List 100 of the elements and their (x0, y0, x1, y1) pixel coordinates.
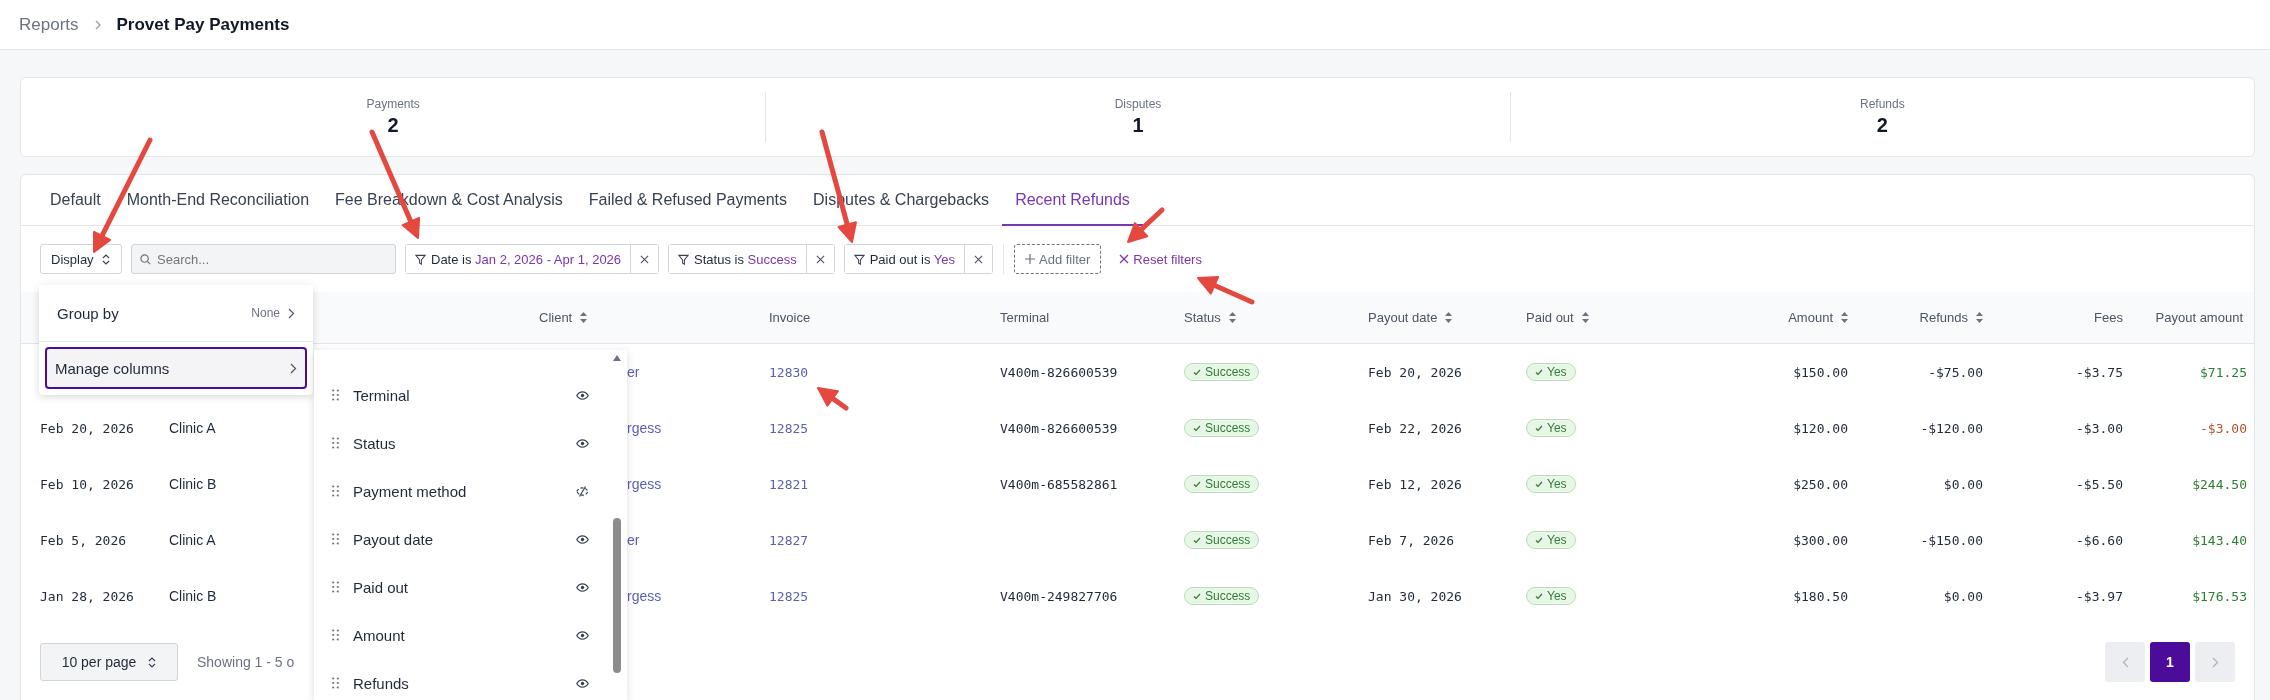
column-header: Status (1184, 310, 1221, 325)
hidden-eye-icon[interactable] (576, 485, 589, 497)
sort-icon[interactable] (1445, 312, 1453, 323)
annotation-arrow (1197, 276, 1255, 305)
column-option[interactable]: Payment method (353, 482, 562, 500)
client-name[interactable]: rgess (627, 476, 662, 492)
refund-value: -$75.00 (1928, 364, 1983, 380)
check-icon (1193, 592, 1201, 600)
column-option[interactable]: Payout date (353, 530, 562, 548)
drag-handle-icon[interactable] (332, 533, 339, 545)
paid-out-badge: Yes (1526, 475, 1576, 493)
report-tab[interactable]: Default (37, 175, 114, 226)
per-page-select[interactable]: 10 per page (40, 643, 178, 681)
updown-icon (148, 656, 157, 668)
breadcrumb-link[interactable]: Reports (19, 14, 79, 35)
client-name[interactable]: rgess (627, 588, 662, 604)
status-badge: Success (1184, 475, 1260, 493)
clinic-name: Clinic A (169, 532, 216, 548)
fee-value: -$6.60 (2076, 532, 2123, 548)
close-icon (640, 254, 650, 264)
eye-icon[interactable] (576, 582, 589, 592)
invoice-link[interactable]: 12830 (769, 364, 809, 380)
filter-icon (853, 253, 865, 265)
report-tab[interactable]: Month-End Reconciliation (113, 175, 323, 226)
chevron-right-icon (288, 307, 295, 319)
invoice-link[interactable]: 12825 (769, 588, 809, 604)
menu-item[interactable]: Manage columns (45, 347, 307, 389)
fee-value: -$3.97 (2076, 588, 2123, 604)
payment-date: Feb 5, 2026 (40, 532, 127, 548)
check-icon (1535, 536, 1543, 544)
reset-filters-link[interactable]: Reset filters (1113, 250, 1208, 268)
eye-icon[interactable] (576, 678, 589, 688)
client-name[interactable]: rgess (627, 420, 662, 436)
refund-value: $0.00 (1943, 476, 1983, 492)
drag-handle-icon[interactable] (332, 629, 339, 641)
column-option[interactable]: Amount (353, 626, 562, 644)
column-option[interactable]: Refunds (353, 674, 562, 692)
drag-handle-icon[interactable] (332, 437, 339, 449)
stat-label: Refunds (1859, 97, 1905, 111)
scrollbar-thumb[interactable] (613, 518, 621, 673)
search-field[interactable]: Search... (131, 244, 396, 274)
paid-out-badge: Yes (1526, 419, 1576, 437)
display-button[interactable]: Display (40, 244, 122, 274)
report-tab[interactable]: Failed & Refused Payments (575, 175, 801, 226)
column-header: Terminal (1000, 310, 1050, 325)
amount-value: $250.00 (1793, 476, 1848, 492)
clinic-name: Clinic B (169, 476, 217, 492)
scroll-up-icon[interactable] (613, 355, 621, 361)
paid-out-badge: Yes (1526, 363, 1576, 381)
results-count: Showing 1 - 5 o (197, 654, 295, 670)
invoice-link[interactable]: 12827 (769, 532, 809, 548)
menu-item[interactable]: Group by None (39, 285, 313, 341)
column-header: Client (539, 310, 573, 325)
annotation-arrow (817, 387, 849, 411)
check-icon (1535, 424, 1543, 432)
payout-date: Jan 30, 2026 (1368, 588, 1462, 604)
add-filter-button[interactable]: Add filter (1014, 244, 1102, 274)
plus-icon (1025, 254, 1035, 264)
page-button[interactable]: 1 (2150, 642, 2190, 682)
clinic-name: Clinic A (169, 420, 216, 436)
invoice-link[interactable]: 12821 (769, 476, 809, 492)
client-name[interactable]: er (627, 364, 640, 380)
drag-handle-icon[interactable] (332, 485, 339, 497)
status-badge: Success (1184, 363, 1260, 381)
eye-icon[interactable] (576, 630, 589, 640)
sort-icon[interactable] (1228, 312, 1236, 323)
column-option[interactable]: Paid out (353, 578, 562, 596)
column-option[interactable]: Terminal (353, 386, 562, 404)
sort-icon[interactable] (580, 312, 588, 323)
payout-date: Feb 7, 2026 (1368, 532, 1455, 548)
paid-out-badge: Yes (1526, 587, 1576, 605)
payout-amount: -$3.00 (2200, 420, 2247, 436)
terminal-id: V400m-826600539 (1000, 364, 1118, 380)
sort-icon[interactable] (1976, 312, 1983, 323)
eye-icon[interactable] (576, 438, 589, 448)
drag-handle-icon[interactable] (332, 677, 339, 689)
eye-icon[interactable] (576, 390, 589, 400)
payout-amount: $176.53 (2192, 588, 2247, 604)
check-icon (1193, 480, 1201, 488)
amount-value: $180.50 (1793, 588, 1848, 604)
sort-icon[interactable] (1841, 312, 1848, 323)
check-icon (1535, 480, 1543, 488)
invoice-link[interactable]: 12825 (769, 420, 809, 436)
column-option[interactable]: Status (353, 434, 562, 452)
eye-icon[interactable] (576, 534, 589, 544)
column-header: Amount (1788, 310, 1833, 325)
column-header: Payout date (1368, 310, 1438, 325)
fee-value: -$3.75 (2076, 364, 2123, 380)
check-icon (1193, 368, 1201, 376)
drag-handle-icon[interactable] (332, 581, 339, 593)
report-tab[interactable]: Recent Refunds (1002, 175, 1143, 226)
sort-icon[interactable] (1581, 312, 1589, 323)
client-name[interactable]: er (627, 532, 640, 548)
clinic-name: Clinic B (169, 588, 217, 604)
refund-value: -$120.00 (1920, 420, 1983, 436)
fee-value: -$5.50 (2076, 476, 2123, 492)
drag-handle-icon[interactable] (332, 389, 339, 401)
updown-icon (101, 253, 110, 265)
close-icon (974, 254, 983, 264)
amount-value: $150.00 (1793, 364, 1848, 380)
